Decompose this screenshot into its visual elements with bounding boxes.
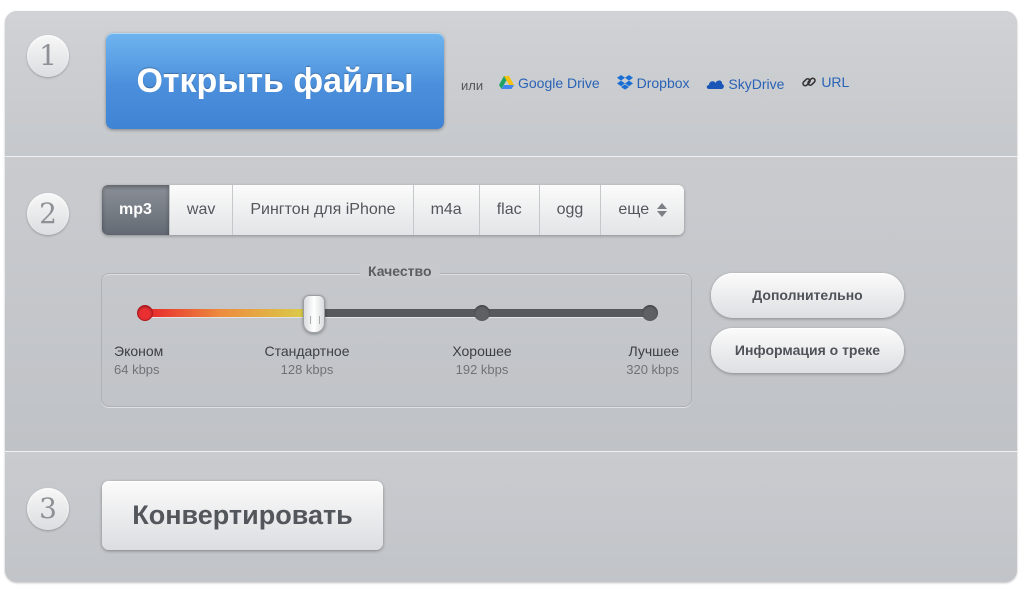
quality-label-good[interactable]: Хорошее 192 kbps [432, 343, 532, 377]
format-tab-wav[interactable]: wav [170, 185, 234, 235]
quality-rate: 320 kbps [626, 362, 679, 377]
format-tab-flac[interactable]: flac [480, 185, 540, 235]
quality-name: Лучшее [628, 343, 679, 359]
format-tab-ogg[interactable]: ogg [540, 185, 602, 235]
track-info-button[interactable]: Информация о треке [711, 328, 904, 373]
quality-label-economy[interactable]: Эконом 64 kbps [114, 343, 163, 377]
google-drive-label: Google Drive [518, 75, 600, 91]
url-label: URL [821, 74, 850, 90]
up-down-arrows-icon [657, 202, 668, 218]
skydrive-label: SkyDrive [728, 76, 785, 92]
format-tab-mp3[interactable]: mp3 [102, 185, 170, 235]
step-3-number: 3 [27, 488, 69, 530]
dropbox-link[interactable]: Dropbox [616, 74, 690, 91]
format-tab-more[interactable]: еще [601, 185, 684, 235]
google-drive-icon [499, 76, 514, 89]
convert-button[interactable]: Конвертировать [102, 481, 383, 550]
quality-rate: 128 kbps [280, 362, 334, 377]
quality-label-standard[interactable]: Стандартное 128 kbps [252, 343, 362, 377]
quality-rate: 64 kbps [114, 362, 160, 377]
quality-stop-economy[interactable] [137, 305, 153, 321]
quality-rate: 192 kbps [455, 362, 509, 377]
quality-slider-track[interactable] [137, 295, 658, 333]
more-label: еще [618, 201, 650, 218]
link-icon [802, 77, 817, 87]
format-tab-m4a[interactable]: m4a [414, 185, 480, 235]
skydrive-icon [707, 80, 725, 89]
quality-label-best[interactable]: Лучшее 320 kbps [626, 343, 679, 377]
skydrive-link[interactable]: SkyDrive [706, 76, 784, 92]
dropbox-label: Dropbox [636, 74, 690, 91]
format-tab-iphone-ringtone[interactable]: Рингтон для iPhone [233, 185, 414, 235]
quality-box: Качество Эконом 64 kbps Стандартное 128 … [101, 263, 692, 407]
format-tabs: mp3 wav Рингтон для iPhone m4a flac ogg … [102, 185, 685, 235]
step-1-section: 1 Открыть файлы или Google Drive Dropbox… [5, 11, 1017, 156]
quality-name: Хорошее [452, 343, 512, 359]
or-label: или [461, 78, 484, 93]
quality-slider-handle[interactable] [303, 295, 326, 333]
advanced-settings-button[interactable]: Дополнительно [711, 273, 904, 318]
quality-title: Качество [360, 263, 440, 279]
google-drive-link[interactable]: Google Drive [499, 75, 600, 91]
quality-stop-best[interactable] [642, 305, 658, 321]
quality-stop-good[interactable] [473, 305, 490, 321]
step-2-number: 2 [27, 193, 69, 235]
url-link[interactable]: URL [801, 74, 849, 90]
file-sources: или Google Drive Dropbox SkyDrive URL [461, 74, 862, 93]
quality-slider-fill [145, 309, 314, 317]
quality-name: Стандартное [264, 343, 350, 359]
step-1-number: 1 [27, 35, 69, 77]
converter-panel: 1 Открыть файлы или Google Drive Dropbox… [5, 11, 1017, 582]
dropbox-icon [616, 75, 633, 90]
quality-name: Эконом [114, 343, 164, 359]
open-files-button[interactable]: Открыть файлы [106, 33, 444, 129]
